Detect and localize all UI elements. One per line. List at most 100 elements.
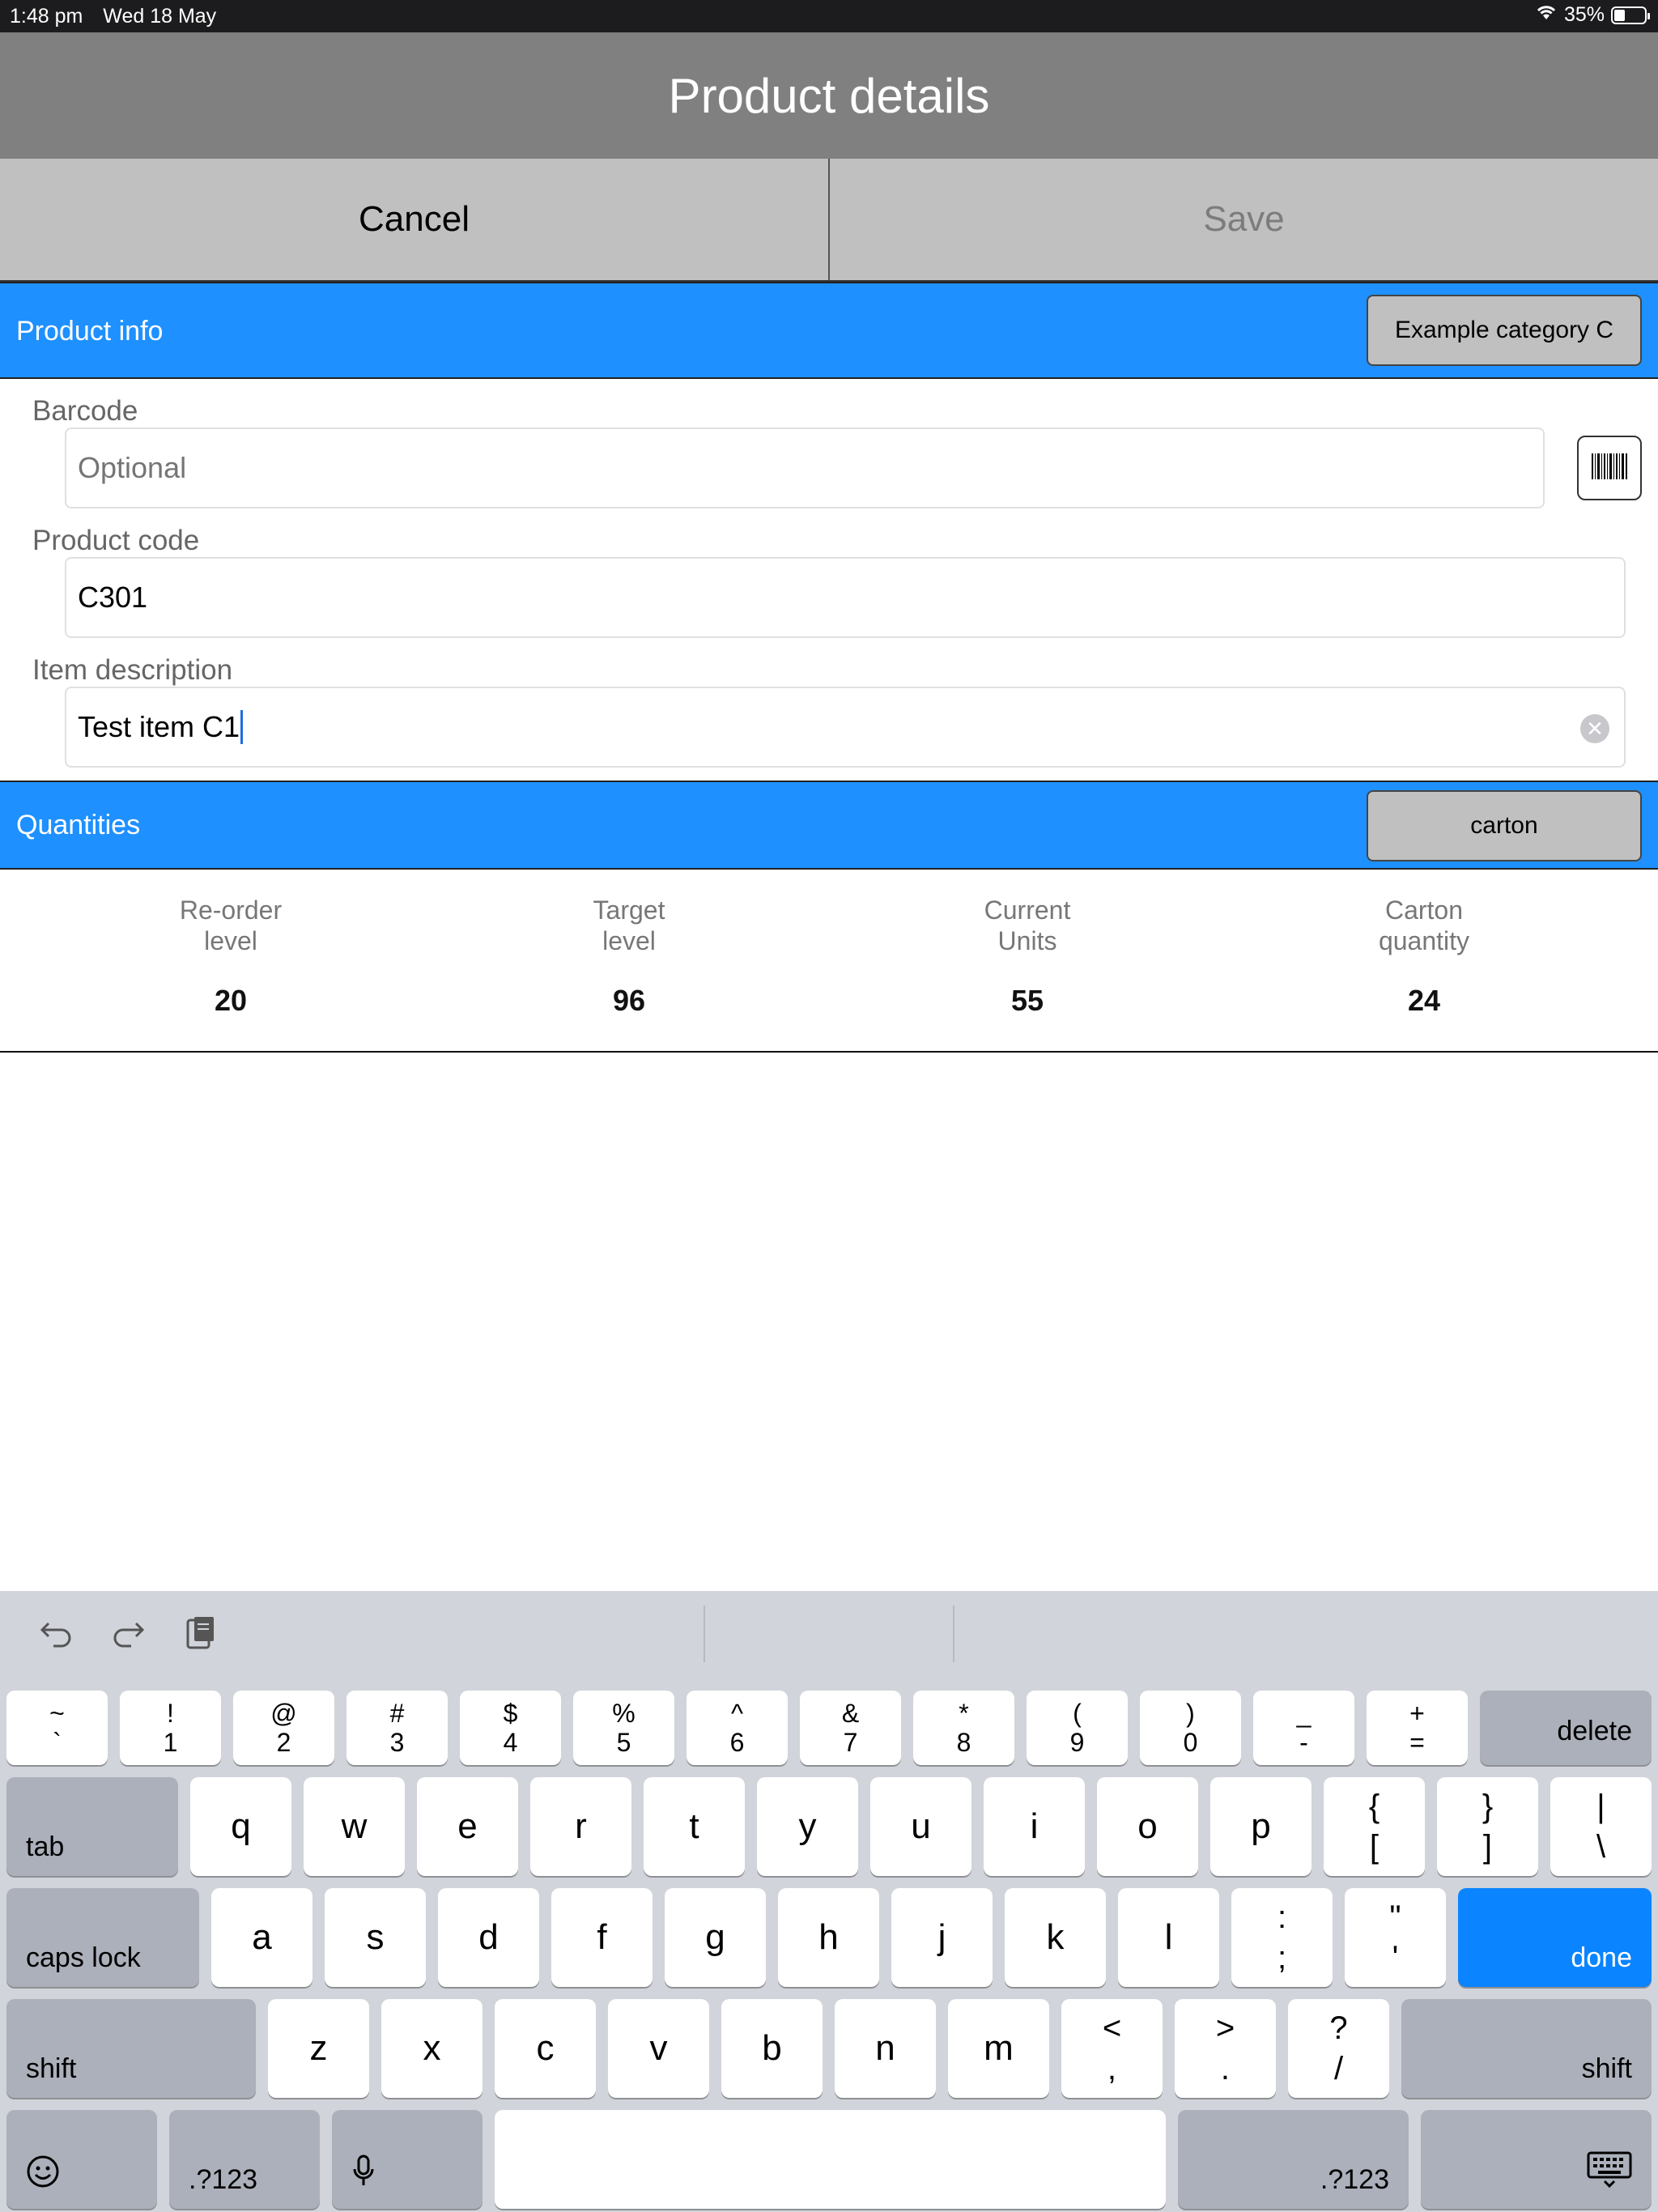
key-7[interactable]: & 7 xyxy=(800,1691,901,1765)
key-2[interactable]: @2 xyxy=(233,1691,334,1765)
key-i[interactable]: i xyxy=(984,1777,1085,1876)
current-units-value: 55 xyxy=(1010,984,1044,1017)
right-shift-key[interactable]: shift xyxy=(1401,1999,1652,2098)
unit-button[interactable]: carton xyxy=(1367,790,1642,861)
numbers-key-left[interactable]: .?123 xyxy=(169,2110,320,2209)
key-e[interactable]: e xyxy=(417,1777,518,1876)
key-period[interactable]: >. xyxy=(1175,1999,1276,2098)
left-shift-key[interactable]: shift xyxy=(6,1999,256,2098)
keyboard-toolbar xyxy=(0,1591,1658,1672)
key-1[interactable]: ! 1 xyxy=(120,1691,221,1765)
key-n[interactable]: n xyxy=(835,1999,936,2098)
status-date: Wed 18 May xyxy=(103,5,217,28)
item-description-label: Item description xyxy=(32,654,233,686)
wifi-icon xyxy=(1535,3,1558,27)
product-info-header: Product info Example category C xyxy=(0,282,1658,379)
barcode-icon xyxy=(1590,450,1629,487)
scan-barcode-button[interactable] xyxy=(1577,436,1642,500)
product-code-value: C301 xyxy=(78,581,148,614)
key-h[interactable]: h xyxy=(778,1888,879,1987)
target-level-value: 96 xyxy=(612,984,646,1017)
key-comma[interactable]: <, xyxy=(1061,1999,1163,2098)
key-w[interactable]: w xyxy=(304,1777,405,1876)
emoji-key[interactable] xyxy=(6,2110,157,2209)
product-info-title: Product info xyxy=(16,316,164,347)
numbers-key-right[interactable]: .?123 xyxy=(1178,2110,1409,2209)
key-u[interactable]: u xyxy=(870,1777,971,1876)
current-units-label: Current Units xyxy=(984,895,1071,955)
toolbar-separator xyxy=(704,1606,705,1662)
key-x[interactable]: x xyxy=(381,1999,483,2098)
key-o[interactable]: o xyxy=(1097,1777,1198,1876)
key-5[interactable]: % 5 xyxy=(573,1691,674,1765)
clear-text-icon[interactable]: ✕ xyxy=(1580,714,1609,743)
key-minus[interactable]: _ - xyxy=(1253,1691,1354,1765)
target-level-column[interactable]: Target level 96 xyxy=(508,895,750,1018)
delete-key[interactable]: delete xyxy=(1480,1691,1652,1765)
barcode-label: Barcode xyxy=(32,395,138,427)
item-description-value: Test item C1 xyxy=(78,710,240,743)
paste-icon[interactable] xyxy=(176,1609,225,1657)
quantities-header: Quantities carton xyxy=(0,781,1658,870)
key-9[interactable]: (9 xyxy=(1027,1691,1128,1765)
key-semicolon[interactable]: :; xyxy=(1231,1888,1333,1987)
battery-percent: 35% xyxy=(1563,3,1605,26)
product-details-screen: 1:48 pm Wed 18 May 35% Product details C… xyxy=(0,0,1658,2212)
dictation-key[interactable] xyxy=(332,2110,483,2209)
key-f[interactable]: f xyxy=(551,1888,653,1987)
key-p[interactable]: p xyxy=(1210,1777,1312,1876)
text-cursor xyxy=(240,710,244,744)
barcode-input[interactable] xyxy=(65,428,1545,508)
key-6[interactable]: ^ 6 xyxy=(687,1691,788,1765)
key-right-bracket[interactable]: }] xyxy=(1437,1777,1538,1876)
key-left-bracket[interactable]: {[ xyxy=(1324,1777,1425,1876)
key-d[interactable]: d xyxy=(438,1888,539,1987)
save-button[interactable]: Save xyxy=(830,159,1658,280)
space-key[interactable] xyxy=(495,2110,1166,2209)
status-bar: 1:48 pm Wed 18 May 35% xyxy=(0,0,1658,32)
key-y[interactable]: y xyxy=(757,1777,858,1876)
undo-icon[interactable] xyxy=(32,1609,81,1657)
redo-icon[interactable] xyxy=(104,1609,152,1657)
carton-quantity-column[interactable]: Carton quantity 24 xyxy=(1303,895,1545,1018)
key-s[interactable]: s xyxy=(325,1888,426,1987)
tab-key[interactable]: tab xyxy=(6,1777,178,1876)
key-3[interactable]: #3 xyxy=(346,1691,448,1765)
key-c[interactable]: c xyxy=(495,1999,596,2098)
key-l[interactable]: l xyxy=(1118,1888,1219,1987)
emoji-icon xyxy=(26,2155,60,2196)
key-k[interactable]: k xyxy=(1005,1888,1106,1987)
dismiss-keyboard-key[interactable] xyxy=(1421,2110,1652,2209)
product-code-input[interactable]: C301 xyxy=(65,557,1626,638)
key-0[interactable]: ) 0 xyxy=(1140,1691,1241,1765)
current-units-column[interactable]: Current Units 55 xyxy=(906,895,1149,1018)
key-v[interactable]: v xyxy=(608,1999,709,2098)
reorder-level-value: 20 xyxy=(214,984,248,1017)
key-j[interactable]: j xyxy=(891,1888,993,1987)
reorder-level-column[interactable]: Re-order level 20 xyxy=(109,895,352,1018)
category-button[interactable]: Example category C xyxy=(1367,295,1642,366)
key-g[interactable]: g xyxy=(665,1888,766,1987)
keyboard-dismiss-icon xyxy=(1587,2151,1632,2196)
key-backslash[interactable]: | \ xyxy=(1550,1777,1652,1876)
key-r[interactable]: r xyxy=(530,1777,631,1876)
done-key[interactable]: done xyxy=(1458,1888,1652,1987)
key-m[interactable]: m xyxy=(948,1999,1049,2098)
cancel-button[interactable]: Cancel xyxy=(0,159,830,280)
key-4[interactable]: $4 xyxy=(460,1691,561,1765)
key-slash[interactable]: ? / xyxy=(1288,1999,1389,2098)
key-quote[interactable]: " ' xyxy=(1345,1888,1446,1987)
item-description-input[interactable]: Test item C1 ✕ xyxy=(65,687,1626,768)
onscreen-keyboard: ~ ` ! 1 @2 #3 $4 % 5 ^ 6 & 7 * 8 (9 ) 0 _ - + = d… xyxy=(0,1591,1658,2212)
caps-lock-key[interactable]: caps lock xyxy=(6,1888,199,1987)
action-bar: Cancel Save xyxy=(0,159,1658,282)
key-q[interactable]: q xyxy=(190,1777,291,1876)
key-backtick[interactable]: ~ ` xyxy=(6,1691,108,1765)
key-b[interactable]: b xyxy=(721,1999,823,2098)
key-a[interactable]: a xyxy=(211,1888,312,1987)
carton-quantity-value: 24 xyxy=(1407,984,1441,1017)
key-equals[interactable]: + = xyxy=(1367,1691,1468,1765)
key-z[interactable]: z xyxy=(268,1999,369,2098)
key-8[interactable]: * 8 xyxy=(913,1691,1014,1765)
key-t[interactable]: t xyxy=(644,1777,745,1876)
